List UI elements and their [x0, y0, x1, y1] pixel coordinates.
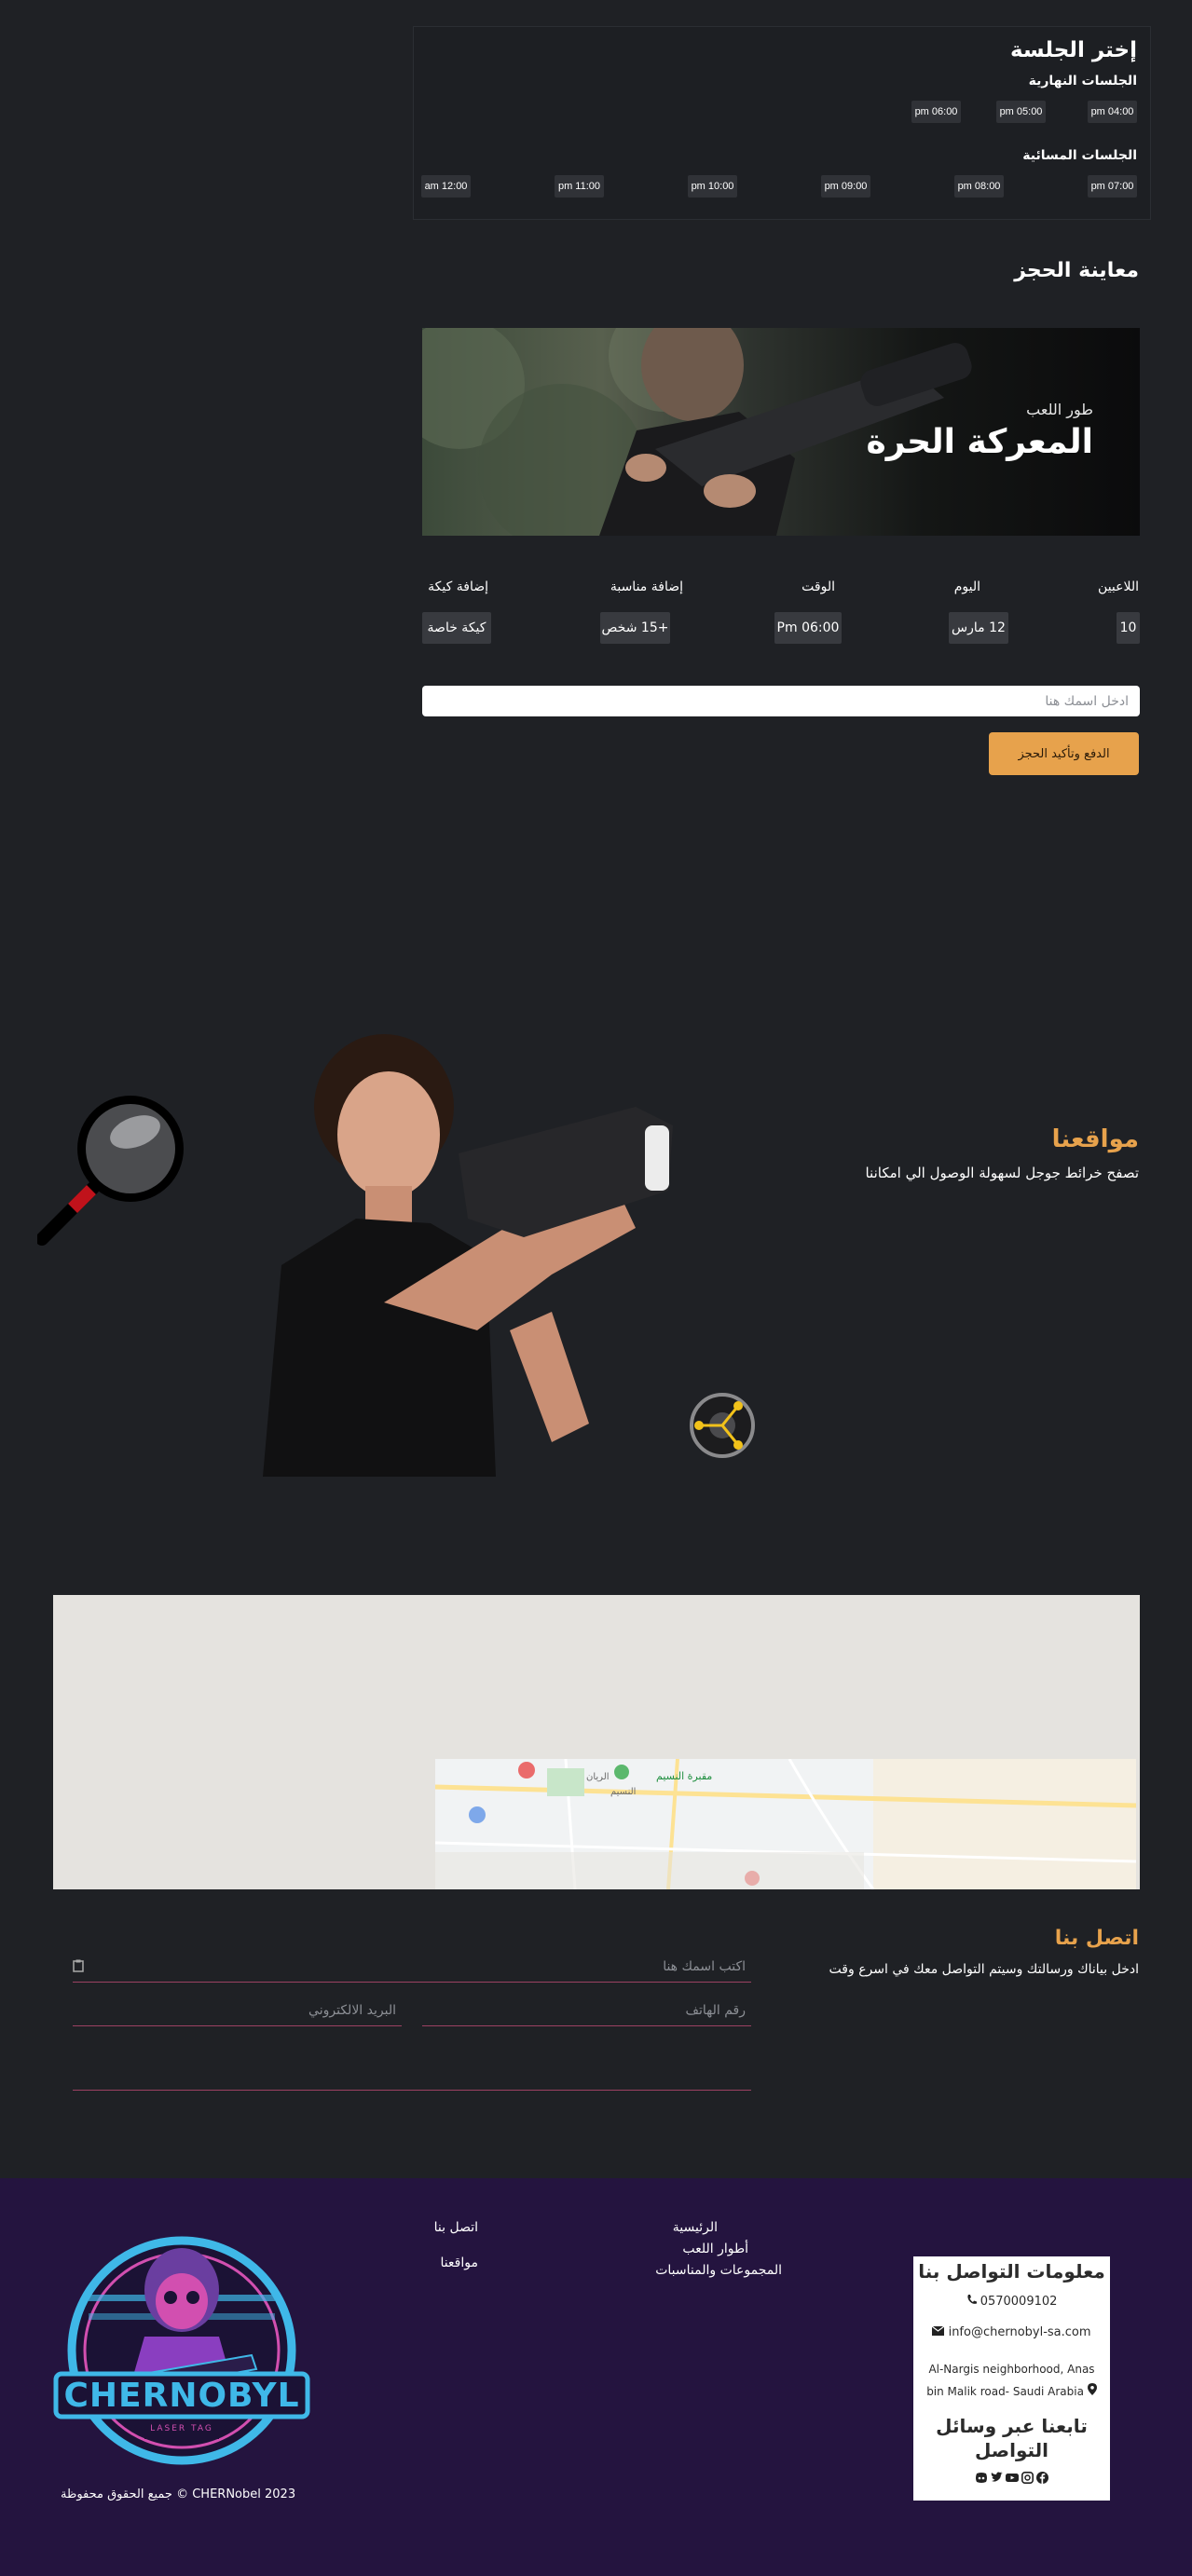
map-label: النسيم	[610, 1787, 637, 1797]
players-value: 10	[1117, 612, 1140, 644]
contact-email: info@chernobyl-sa.com	[948, 2325, 1091, 2339]
preview-title: معاينة الحجز	[1014, 259, 1139, 282]
pay-confirm-button[interactable]: الدفع وتأكيد الحجز	[989, 732, 1139, 775]
contact-address: Al-Nargis neighborhood, Anas bin Malik r…	[926, 2363, 1095, 2398]
session-slot[interactable]: pm 05:00	[996, 101, 1046, 123]
session-slot[interactable]: pm 09:00	[821, 175, 870, 198]
site-footer: معلومات التواصل بنا 0570009102 info@cher…	[0, 2178, 1192, 2576]
game-mode-banner: طور اللعب المعركة الحرة	[422, 328, 1140, 536]
map-tiles	[435, 1759, 1136, 1889]
time-value: Pm 06:00	[774, 612, 842, 644]
chernobyl-logo	[53, 2236, 310, 2465]
magnifier-icon	[37, 1096, 184, 1246]
session-slot[interactable]: am 12:00	[421, 175, 471, 198]
footer-link-contact[interactable]: اتصل بنا	[434, 2220, 478, 2235]
time-label: الوقت	[802, 579, 835, 594]
copyright: CHERNobel 2023 © جميع الحقوق محفوظة	[61, 2487, 296, 2501]
map-pin-icon	[1087, 2383, 1097, 2395]
logo-tagline: LASER TAG	[150, 2424, 213, 2433]
session-slot[interactable]: pm 04:00	[1088, 101, 1137, 123]
contact-name-input[interactable]	[73, 1951, 751, 1983]
social-icons	[913, 2472, 1110, 2484]
contact-info-card: معلومات التواصل بنا 0570009102 info@cher…	[913, 2256, 1110, 2501]
envelope-icon	[932, 2325, 945, 2336]
phone-icon	[966, 2295, 977, 2304]
logo-wordmark: CHERNOBYL	[63, 2377, 300, 2415]
contact-address-row: Al-Nargis neighborhood, Anas bin Malik r…	[921, 2358, 1103, 2403]
youtube-icon[interactable]	[1006, 2472, 1019, 2484]
footer-link-groups-events[interactable]: المجموعات والمناسبات	[655, 2263, 782, 2278]
occasion-label: إضافة مناسبة	[610, 579, 683, 594]
day-label: اليوم	[953, 579, 980, 594]
occasion-value: +15 شخص	[600, 612, 670, 644]
cake-value: كيكة خاصة	[422, 612, 491, 644]
player-photo	[263, 1034, 673, 1477]
contact-info-title: معلومات التواصل بنا	[918, 2260, 1105, 2283]
session-picker-title: إختر الجلسة	[1009, 38, 1137, 62]
footer-link-home[interactable]: الرئيسية	[673, 2220, 718, 2235]
contact-message-input[interactable]	[73, 2042, 751, 2091]
facebook-icon[interactable]	[1036, 2472, 1048, 2484]
locations-title: مواقعنا	[1051, 1125, 1139, 1153]
contact-subtitle: ادخل بياناك ورسالتك وسيتم التواصل معك في…	[829, 1962, 1139, 1977]
clipboard-icon	[73, 1959, 84, 1972]
hub-icon	[690, 1393, 755, 1458]
banner-kicker: طور اللعب	[1026, 401, 1093, 418]
locations-subtitle: تصفح خرائط جوجل لسهولة الوصول الي امكانن…	[865, 1165, 1139, 1181]
session-slot[interactable]: pm 07:00	[1088, 175, 1137, 198]
contact-email-input[interactable]	[73, 1995, 402, 2026]
map-label: مقبرة النسيم	[656, 1770, 713, 1782]
follow-us-title: تابعنا عبر وسائل التواصل	[936, 2415, 1088, 2461]
instagram-icon[interactable]	[1021, 2472, 1034, 2484]
players-label: اللاعبين	[1098, 579, 1139, 594]
session-slot[interactable]: pm 06:00	[911, 101, 961, 123]
contact-phone: 0570009102	[980, 2295, 1058, 2309]
google-map[interactable]: مقبرة النسيم الريان النسيم	[53, 1595, 1140, 1889]
evening-sessions-heading: الجلسات المسائية	[1022, 148, 1137, 163]
footer-link-locations[interactable]: مواقعنا	[440, 2256, 478, 2270]
session-slot[interactable]: pm 08:00	[954, 175, 1004, 198]
discord-icon[interactable]	[975, 2472, 988, 2484]
session-slot[interactable]: pm 10:00	[688, 175, 737, 198]
cake-label: إضافة كيكة	[428, 579, 488, 594]
contact-title: اتصل بنا	[1054, 1927, 1139, 1950]
map-label: الريان	[586, 1772, 610, 1782]
session-slot[interactable]: pm 11:00	[555, 175, 604, 198]
day-value: 12 مارس	[949, 612, 1008, 644]
twitter-icon[interactable]	[991, 2472, 1003, 2484]
booking-name-input[interactable]	[422, 686, 1140, 716]
contact-phone-row[interactable]: 0570009102	[913, 2294, 1110, 2309]
contact-phone-input[interactable]	[422, 1995, 751, 2026]
banner-title: المعركة الحرة	[866, 423, 1093, 461]
session-picker: إختر الجلسة الجلسات النهارية pm 04:00 pm…	[413, 26, 1151, 220]
footer-link-game-modes[interactable]: أطوار اللعب	[682, 2242, 748, 2256]
day-sessions-heading: الجلسات النهارية	[1028, 74, 1137, 89]
contact-email-row[interactable]: info@chernobyl-sa.com	[913, 2325, 1110, 2339]
